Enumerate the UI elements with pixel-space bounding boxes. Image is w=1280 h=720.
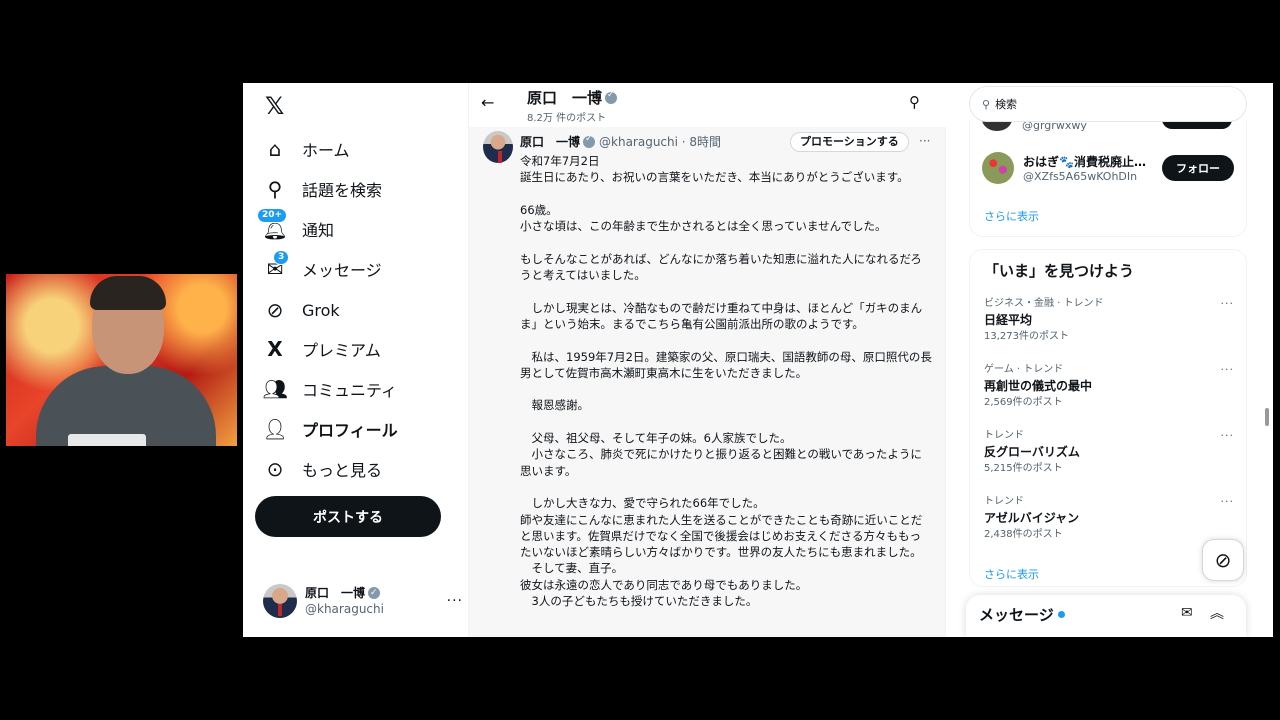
search-icon: ⚲ — [982, 97, 991, 111]
trend-title: 再創世の儀式の最中 — [984, 379, 1093, 393]
search-icon: ⚲ — [267, 177, 283, 201]
nav-profile-label: プロフィール — [302, 421, 398, 440]
verified-badge-icon — [583, 134, 596, 148]
suggestion-handle: @XZfs5A65wKOhDIn — [1023, 170, 1138, 183]
trend-more-icon[interactable]: ··· — [1221, 495, 1235, 508]
tweet-avatar[interactable] — [483, 131, 513, 163]
nav-premium-label: プレミアム — [302, 341, 381, 360]
x-icon: X — [267, 337, 283, 361]
page-title: 原口 一博 — [527, 89, 603, 107]
tweet-handle-time[interactable]: @kharaguchi · 8時間 — [599, 133, 721, 150]
tweet-author-name[interactable]: 原口 一博 — [520, 133, 580, 150]
browser-window: 𝕏 ⌂ ホーム ⚲ 話題を検索 🔔︎ 20+ 通知 ✉ 3 メッセージ ⊘ Gr… — [243, 83, 1273, 637]
profile-header: ← 原口 一博 8.2万 件のポスト ⚲ — [469, 83, 947, 127]
trend-title: 日経平均 — [984, 313, 1033, 327]
follow-button[interactable]: フォロー — [1162, 155, 1234, 181]
bell-icon: 🔔︎ 20+ — [257, 208, 288, 241]
webcam-video — [6, 274, 237, 446]
search-icon[interactable]: ⚲ — [909, 93, 920, 111]
grok-icon: ⊘ — [266, 298, 284, 322]
tweet-text: 令和7年7月2日 誕生日にあたり、お祝いの言葉をいただき、本当にありがとうござい… — [520, 154, 932, 609]
nav-communities-label: コミュニティ — [302, 381, 398, 400]
messages-drawer-title: メッセージ — [979, 606, 1054, 624]
people-icon: 👥︎ — [262, 377, 288, 401]
trend-category: ゲーム · トレンド — [984, 364, 1064, 375]
x-logo-icon[interactable]: 𝕏 — [265, 93, 291, 119]
show-more-link[interactable]: さらに表示 — [984, 208, 1039, 224]
trend-category: ビジネス・金融 · トレンド — [984, 298, 1104, 309]
more-circle-icon: ⊙ — [266, 457, 284, 481]
who-to-follow-card: @grgrwxwy おはぎ🐾消費税廃止… @XZfs5A65wKOhDIn フォ… — [969, 121, 1247, 237]
trend-count: 2,438件のポスト — [984, 529, 1063, 540]
nav-grok[interactable]: ⊘ Grok — [263, 294, 340, 326]
nav-home[interactable]: ⌂ ホーム — [263, 133, 350, 165]
nav-messages-label: メッセージ — [302, 261, 382, 280]
follow-button-partial[interactable] — [1162, 121, 1232, 129]
nav-more-label: もっと見る — [302, 461, 383, 480]
envelope-icon: ✉ 3 — [263, 250, 290, 281]
nav-communities[interactable]: 👥︎ コミュニティ — [262, 373, 398, 405]
unread-dot — [1057, 611, 1065, 618]
search-placeholder: 検索 — [995, 98, 1018, 111]
trend-count: 2,569件のポスト — [984, 397, 1063, 408]
search-input[interactable]: ⚲ 検索 — [969, 86, 1247, 122]
messages-badge: 3 — [273, 250, 290, 265]
trend-more-icon[interactable]: ··· — [1221, 297, 1235, 310]
trend-item[interactable]: ビジネス・金融 · トレンド 日経平均 13,273件のポスト ··· — [984, 297, 1242, 357]
trends-title: 「いま」を見つけよう — [984, 262, 1135, 280]
trend-title: 反グローバリズム — [984, 445, 1080, 459]
nav-messages[interactable]: ✉ 3 メッセージ — [263, 250, 382, 285]
avatar — [263, 584, 297, 618]
account-name: 原口 一博 — [305, 586, 366, 600]
account-switcher[interactable]: 原口 一博 @kharaguchi ··· — [263, 581, 463, 621]
home-icon: ⌂ — [268, 137, 282, 161]
nav-premium[interactable]: X プレミアム — [263, 333, 381, 365]
trend-count: 13,273件のポスト — [984, 331, 1069, 342]
expand-chevron-icon[interactable]: ︽ — [1210, 603, 1224, 623]
sidebar-nav: 𝕏 ⌂ ホーム ⚲ 話題を検索 🔔︎ 20+ 通知 ✉ 3 メッセージ ⊘ Gr… — [243, 83, 468, 637]
trend-category: トレンド — [984, 496, 1024, 507]
trend-title: アゼルバイジャン — [984, 511, 1080, 525]
nav-more[interactable]: ⊙ もっと見る — [263, 453, 382, 485]
account-more-icon[interactable]: ··· — [447, 593, 463, 609]
scrollbar[interactable] — [1265, 408, 1269, 426]
trend-more-icon[interactable]: ··· — [1221, 429, 1235, 442]
nav-notifications[interactable]: 🔔︎ 20+ 通知 — [257, 208, 335, 245]
nav-explore[interactable]: ⚲ 話題を検索 — [263, 173, 382, 205]
trends-show-more-link[interactable]: さらに表示 — [984, 566, 1039, 582]
avatar[interactable] — [982, 121, 1012, 131]
nav-notifications-label: 通知 — [302, 221, 335, 240]
nav-profile[interactable]: 👤︎ プロフィール — [262, 413, 398, 445]
post-button[interactable]: ポストする — [255, 496, 441, 537]
suggestion-name[interactable]: おはぎ🐾消費税廃止… — [1023, 153, 1146, 170]
avatar[interactable] — [982, 152, 1014, 184]
nav-grok-label: Grok — [302, 300, 340, 320]
nav-home-label: ホーム — [302, 141, 350, 160]
verified-badge-icon — [368, 585, 381, 601]
account-handle: @kharaguchi — [305, 602, 384, 616]
partial-handle: @grgrwxwy — [1022, 121, 1087, 132]
trend-item[interactable]: トレンド 反グローバリズム 5,215件のポスト ··· — [984, 429, 1242, 489]
trends-card: 「いま」を見つけよう ビジネス・金融 · トレンド 日経平均 13,273件のポ… — [969, 249, 1247, 587]
grok-fab-icon[interactable]: ⊘ — [1202, 539, 1244, 581]
messages-drawer[interactable]: メッセージ ✉ ︽ — [966, 595, 1246, 637]
back-arrow-icon[interactable]: ← — [481, 93, 494, 112]
person-icon: 👤︎ — [262, 417, 288, 441]
notifications-badge: 20+ — [257, 208, 288, 223]
trend-category: トレンド — [984, 430, 1024, 441]
main-column: ← 原口 一博 8.2万 件のポスト ⚲ 原口 一博 @kharaguchi ·… — [468, 83, 947, 637]
presenter-cup — [68, 434, 146, 446]
trend-count: 5,215件のポスト — [984, 463, 1063, 474]
verified-badge-icon — [605, 90, 618, 104]
trend-more-icon[interactable]: ··· — [1221, 363, 1235, 376]
promote-button[interactable]: プロモーションする — [790, 132, 909, 152]
new-message-icon[interactable]: ✉ — [1181, 605, 1193, 621]
post-count: 8.2万 件のポスト — [527, 113, 607, 124]
nav-explore-label: 話題を検索 — [302, 181, 383, 200]
tweet-more-icon[interactable]: ··· — [919, 134, 930, 148]
follow-suggestion[interactable]: おはぎ🐾消費税廃止… @XZfs5A65wKOhDIn フォロー — [982, 152, 1244, 186]
tweet[interactable]: 原口 一博 @kharaguchi · 8時間 プロモーションする ··· 令和… — [469, 129, 947, 637]
trend-item[interactable]: ゲーム · トレンド 再創世の儀式の最中 2,569件のポスト ··· — [984, 363, 1242, 423]
presenter-hair — [90, 276, 166, 310]
